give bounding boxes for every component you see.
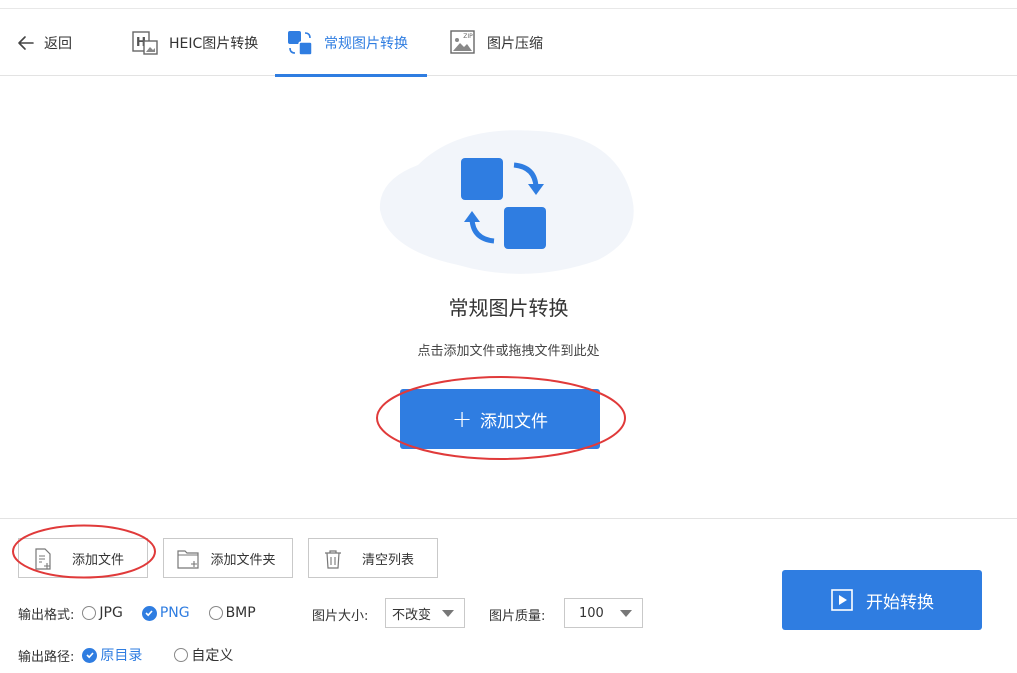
clear-list-label: 清空列表	[361, 552, 414, 568]
tab-image-convert[interactable]: 常规图片转换	[275, 9, 427, 77]
radio-unchecked-icon	[174, 648, 189, 662]
back-button[interactable]: 返回	[16, 9, 72, 76]
output-path-row: 输出路径: 原目录 自定义	[18, 643, 252, 667]
add-folder-label: 添加文件夹	[210, 552, 276, 568]
radio-unchecked-icon	[82, 606, 97, 620]
add-folder-button[interactable]: 添加文件夹	[163, 538, 293, 578]
image-size-value: 不改变	[392, 607, 432, 623]
highlight-circle-annotation	[376, 376, 626, 460]
drop-area[interactable]: 常规图片转换 点击添加文件或拖拽文件到此处 + 添加文件	[0, 77, 1017, 519]
output-path-label: 输出路径:	[18, 649, 75, 665]
format-jpg-option[interactable]: JPG	[82, 605, 123, 621]
path-custom-label: 自定义	[191, 648, 234, 664]
clear-list-button[interactable]: 清空列表	[308, 538, 438, 578]
tab-heic-convert[interactable]: H HEIC图片转换	[131, 9, 258, 76]
highlight-circle-annotation-small	[12, 524, 156, 579]
svg-text:ZIP: ZIP	[463, 33, 473, 40]
image-size-label: 图片大小:	[312, 609, 369, 624]
tab-heic-label: HEIC图片转换	[169, 35, 259, 52]
format-bmp-label: BMP	[225, 605, 256, 621]
tab-image-compress-label: 图片压缩	[487, 35, 543, 52]
page-title: 常规图片转换	[448, 296, 569, 320]
back-label: 返回	[44, 35, 72, 52]
radio-checked-icon	[82, 647, 98, 663]
tab-image-compress[interactable]: ZIP 图片压缩	[449, 9, 543, 76]
path-original-label: 原目录	[100, 648, 143, 664]
path-custom-option[interactable]: 自定义	[174, 645, 233, 665]
format-png-label: PNG	[159, 605, 190, 621]
radio-checked-icon	[141, 605, 157, 621]
path-original-option[interactable]: 原目录	[82, 645, 142, 665]
header: 返回 H HEIC图片转换 常规图片转换 ZIP 图片压缩	[0, 9, 1017, 77]
format-png-option[interactable]: PNG	[141, 605, 190, 621]
play-icon	[831, 589, 853, 611]
image-convert-icon	[288, 30, 313, 56]
output-format-label: 输出格式:	[18, 607, 75, 623]
tab-image-convert-label: 常规图片转换	[324, 35, 408, 52]
radio-unchecked-icon	[208, 606, 223, 620]
chevron-down-icon	[620, 610, 632, 617]
image-quality-select[interactable]: 100	[564, 598, 643, 628]
image-convert-large-icon	[461, 158, 546, 249]
image-quality-label: 图片质量:	[489, 609, 546, 624]
image-size-select[interactable]: 不改变	[385, 598, 465, 628]
start-convert-button[interactable]: 开始转换	[782, 570, 982, 630]
chevron-down-icon	[442, 610, 454, 617]
zip-image-icon: ZIP	[450, 29, 475, 54]
drop-hint: 点击添加文件或拖拽文件到此处	[417, 344, 600, 359]
start-convert-label: 开始转换	[866, 592, 934, 613]
arrow-left-icon	[18, 35, 34, 50]
format-jpg-label: JPG	[99, 605, 123, 621]
format-bmp-option[interactable]: BMP	[208, 605, 256, 621]
image-quality-value: 100	[579, 605, 604, 621]
output-format-row: 输出格式: JPG PNG BMP	[18, 600, 275, 626]
heic-icon: H	[132, 30, 158, 55]
